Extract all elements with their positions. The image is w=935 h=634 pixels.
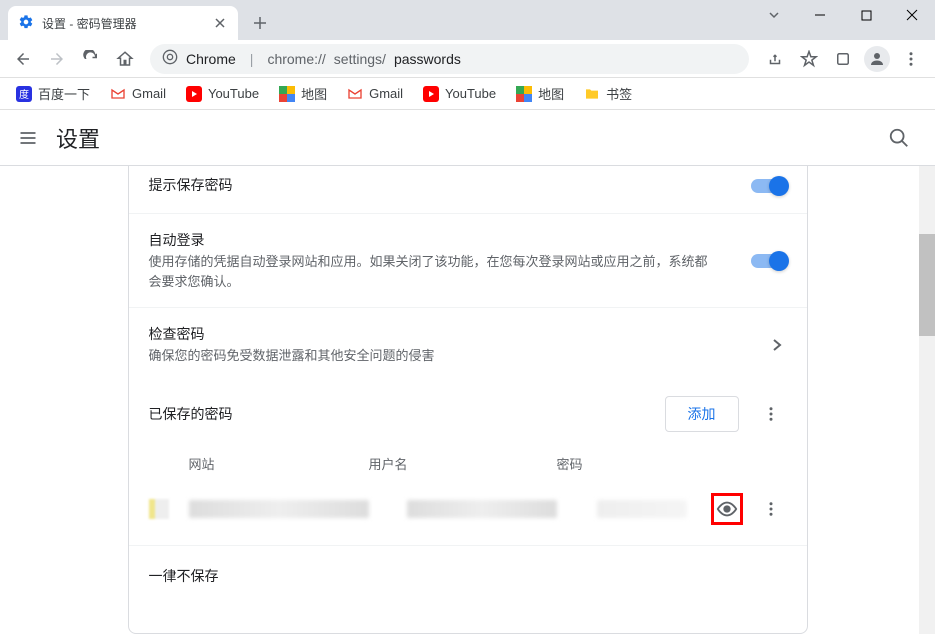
check-passwords-description: 确保您的密码免受数据泄露和其他安全问题的侵害 xyxy=(149,346,709,366)
address-bar[interactable]: Chrome | chrome:// settings/passwords xyxy=(150,44,749,74)
column-site: 网站 xyxy=(189,454,369,473)
chrome-menu-button[interactable] xyxy=(895,43,927,75)
add-password-button[interactable]: 添加 xyxy=(665,396,739,432)
auto-login-row: 自动登录 使用存储的凭据自动登录网站和应用。如果关闭了该功能，在您每次登录网站或… xyxy=(129,213,807,307)
bookmark-folder[interactable]: 书签 xyxy=(576,80,640,107)
check-passwords-row[interactable]: 检查密码 确保您的密码免受数据泄露和其他安全问题的侵害 xyxy=(129,307,807,382)
browser-toolbar: Chrome | chrome:// settings/passwords xyxy=(0,40,935,78)
gmail-icon xyxy=(110,86,126,102)
url-path-2: passwords xyxy=(394,51,461,67)
gear-icon xyxy=(18,14,34,33)
saved-passwords-header: 已保存的密码 添加 xyxy=(129,382,807,446)
column-password: 密码 xyxy=(557,454,787,473)
check-passwords-label: 检查密码 xyxy=(149,324,767,344)
bookmark-button[interactable] xyxy=(793,43,825,75)
search-settings-button[interactable] xyxy=(879,118,919,158)
reload-button[interactable] xyxy=(76,44,106,74)
auto-login-label: 自动登录 xyxy=(149,230,751,250)
close-tab-button[interactable] xyxy=(212,15,228,31)
gmail-icon xyxy=(347,86,363,102)
close-window-button[interactable] xyxy=(889,0,935,30)
window-controls xyxy=(751,0,935,30)
youtube-icon xyxy=(186,86,202,102)
site-favicon xyxy=(149,499,169,519)
bookmark-baidu[interactable]: 度百度一下 xyxy=(8,80,98,107)
maps-icon xyxy=(279,86,295,102)
bookmark-maps-2[interactable]: 地图 xyxy=(508,80,572,107)
url-separator: | xyxy=(250,51,254,67)
saved-passwords-title: 已保存的密码 xyxy=(149,404,665,424)
profile-button[interactable] xyxy=(861,43,893,75)
chevron-down-icon[interactable] xyxy=(751,0,797,30)
bookmark-youtube[interactable]: YouTube xyxy=(178,82,267,106)
settings-header: 设置 xyxy=(0,110,935,166)
browser-tab[interactable]: 设置 - 密码管理器 xyxy=(8,6,238,40)
settings-title: 设置 xyxy=(56,122,100,154)
show-password-button[interactable] xyxy=(711,493,743,525)
home-button[interactable] xyxy=(110,44,140,74)
chevron-right-icon xyxy=(767,338,787,352)
password-entry-row[interactable] xyxy=(129,481,807,537)
forward-button[interactable] xyxy=(42,44,72,74)
password-row-menu-button[interactable] xyxy=(755,493,787,525)
column-username: 用户名 xyxy=(369,454,557,473)
password-manager-card: 提示保存密码 自动登录 使用存储的凭据自动登录网站和应用。如果关闭了该功能，在您… xyxy=(128,166,808,634)
youtube-icon xyxy=(423,86,439,102)
minimize-button[interactable] xyxy=(797,0,843,30)
password-table-header: 网站 用户名 密码 xyxy=(129,446,807,481)
never-save-title: 一律不保存 xyxy=(129,545,807,606)
url-path-1: settings/ xyxy=(334,51,386,67)
bookmark-gmail-2[interactable]: Gmail xyxy=(339,82,411,106)
username-redacted xyxy=(407,500,557,518)
bookmark-youtube-2[interactable]: YouTube xyxy=(415,82,504,106)
bookmark-maps[interactable]: 地图 xyxy=(271,80,335,107)
tab-title: 设置 - 密码管理器 xyxy=(42,15,137,32)
extensions-button[interactable] xyxy=(827,43,859,75)
save-prompt-toggle[interactable] xyxy=(751,176,787,196)
menu-button[interactable] xyxy=(16,126,40,150)
saved-passwords-menu-button[interactable] xyxy=(755,398,787,430)
save-prompt-row: 提示保存密码 xyxy=(129,166,807,213)
new-tab-button[interactable] xyxy=(246,9,274,37)
password-redacted xyxy=(597,500,687,518)
chrome-icon xyxy=(162,49,178,68)
save-prompt-label: 提示保存密码 xyxy=(149,175,751,195)
auto-login-toggle[interactable] xyxy=(751,251,787,271)
share-button[interactable] xyxy=(759,43,791,75)
scrollbar-thumb[interactable] xyxy=(919,234,935,336)
settings-content[interactable]: 提示保存密码 自动登录 使用存储的凭据自动登录网站和应用。如果关闭了该功能，在您… xyxy=(0,166,935,634)
folder-icon xyxy=(584,86,600,102)
site-name-redacted xyxy=(189,500,369,518)
maps-icon xyxy=(516,86,532,102)
auto-login-description: 使用存储的凭据自动登录网站和应用。如果关闭了该功能，在您每次登录网站或应用之前，… xyxy=(149,252,709,291)
baidu-icon: 度 xyxy=(16,86,32,102)
content-scrollbar[interactable] xyxy=(919,166,935,634)
bookmark-gmail[interactable]: Gmail xyxy=(102,82,174,106)
url-prefix: Chrome xyxy=(186,51,236,67)
browser-titlebar: 设置 - 密码管理器 xyxy=(0,0,935,40)
url-scheme: chrome:// xyxy=(267,51,325,67)
back-button[interactable] xyxy=(8,44,38,74)
maximize-button[interactable] xyxy=(843,0,889,30)
bookmarks-bar: 度百度一下 Gmail YouTube 地图 Gmail YouTube 地图 … xyxy=(0,78,935,110)
